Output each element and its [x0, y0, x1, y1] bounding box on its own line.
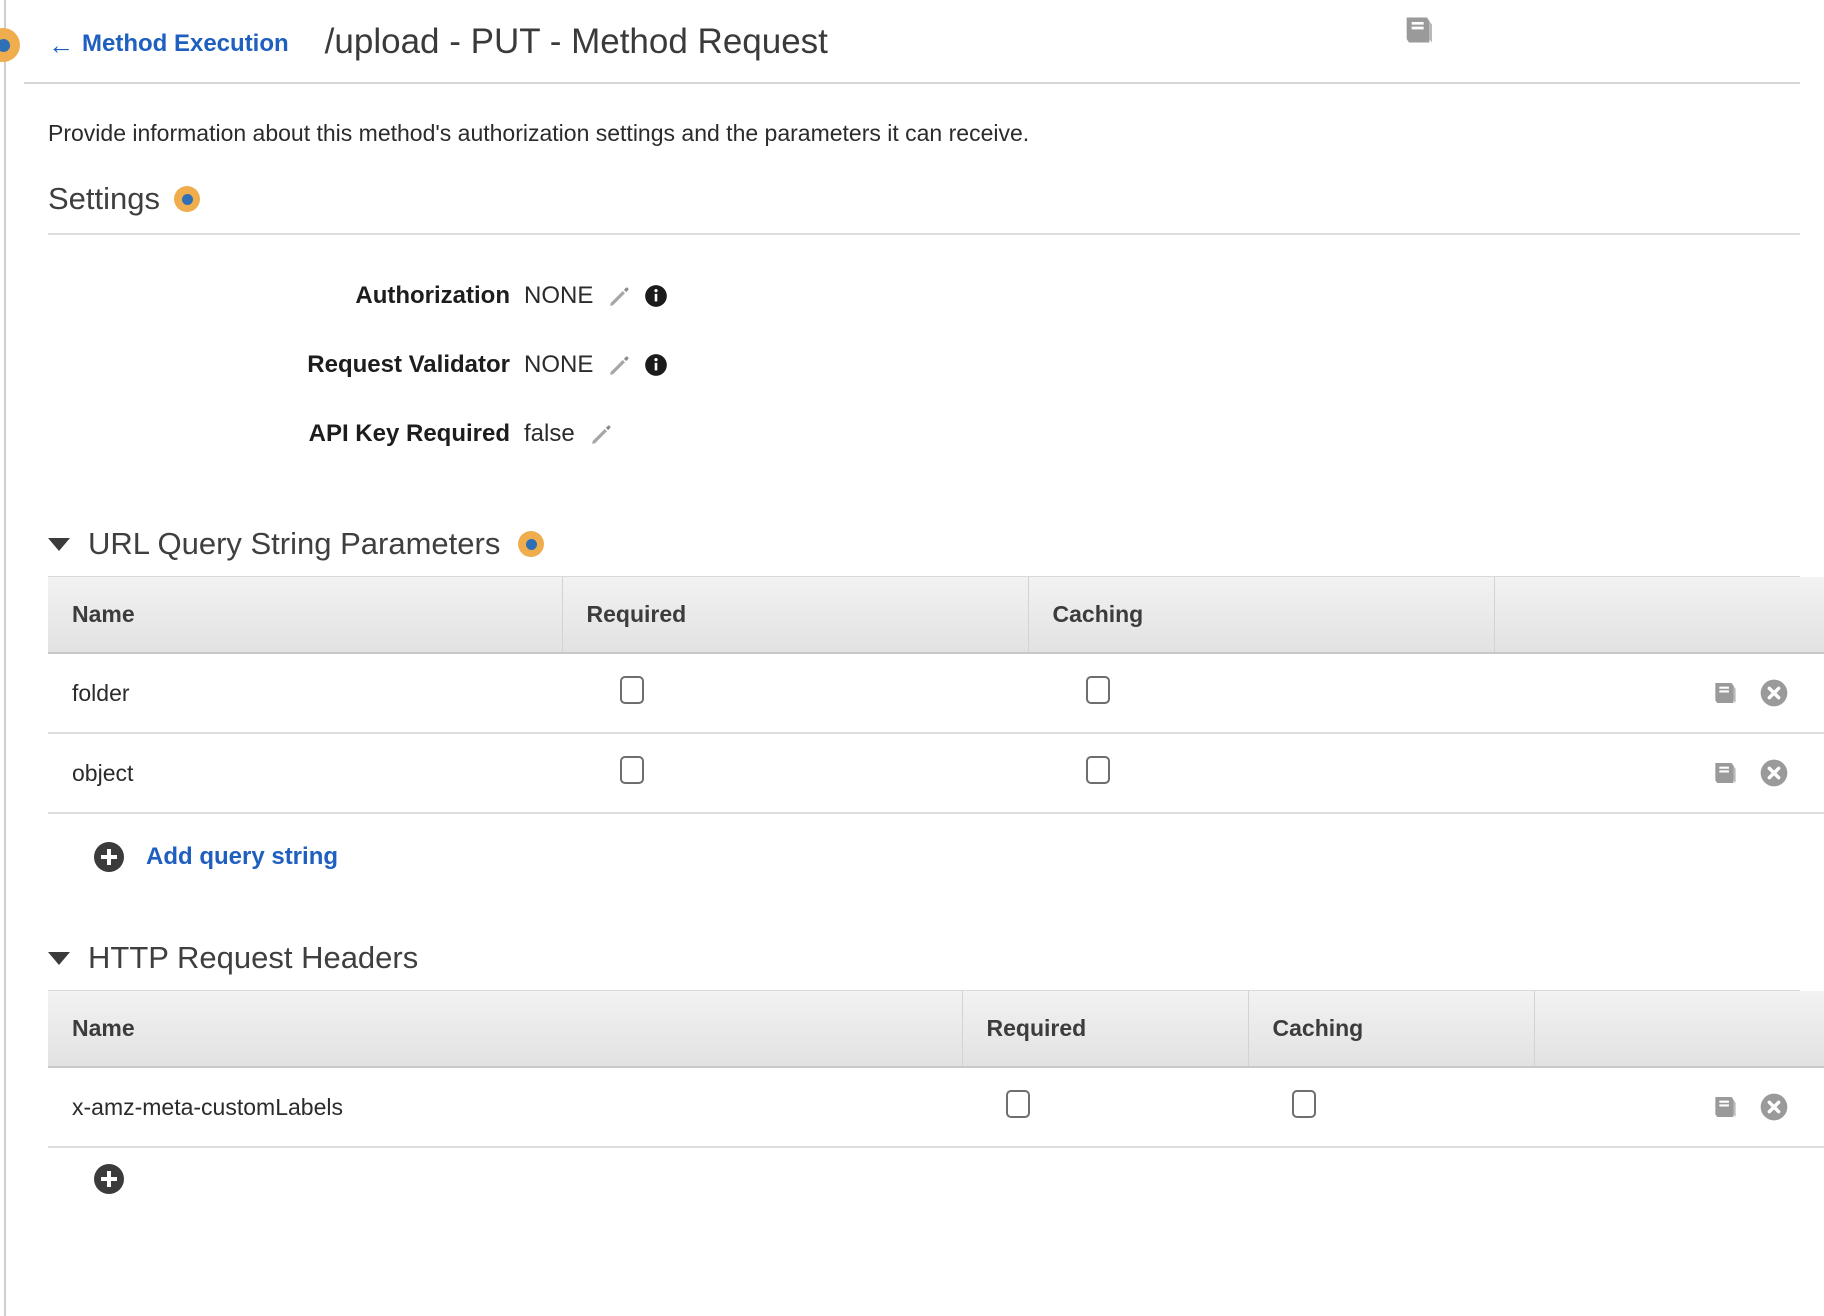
add-header-row-partial[interactable] [48, 1148, 1800, 1222]
setting-value: NONE [524, 350, 594, 378]
caching-checkbox[interactable] [1086, 676, 1110, 704]
caching-checkbox[interactable] [1086, 756, 1110, 784]
info-dot-center [525, 538, 537, 550]
info-circle-icon[interactable] [643, 352, 669, 378]
info-dot-center [181, 193, 193, 205]
query-param-required-cell [562, 653, 1028, 734]
info-circle-icon[interactable] [643, 283, 669, 309]
circle-x-icon[interactable] [1758, 1091, 1790, 1123]
row-actions [1518, 677, 1824, 709]
plus-circle-icon[interactable] [94, 1164, 124, 1194]
query-params-table: Name Required Caching folder object [48, 577, 1824, 814]
request-headers-table-wrap: Name Required Caching x-amz-meta-customL… [48, 990, 1824, 1148]
column-header-required: Required [962, 991, 1249, 1068]
query-param-name: folder [48, 653, 562, 734]
query-param-caching-cell [1028, 653, 1494, 734]
query-params-heading-row[interactable]: URL Query String Parameters [24, 526, 1800, 576]
column-header-name: Name [48, 577, 563, 654]
settings-list: Authorization NONE Request Validator NON… [24, 235, 1800, 468]
add-query-string-link[interactable]: Add query string [146, 843, 338, 871]
setting-label: Authorization [355, 281, 510, 309]
required-checkbox[interactable] [620, 756, 644, 784]
setting-row-api-key-required: API Key Required false [24, 399, 1800, 468]
back-link-label: Method Execution [82, 30, 289, 57]
request-header-caching-cell [1248, 1067, 1534, 1148]
book-icon[interactable] [1710, 1091, 1742, 1123]
row-actions [1518, 757, 1824, 789]
table-header-row: Name Required Caching [48, 577, 1824, 654]
settings-heading: Settings [48, 181, 161, 216]
pencil-icon[interactable] [607, 352, 633, 378]
info-dot-icon[interactable] [518, 531, 545, 557]
request-headers-heading: HTTP Request Headers [88, 940, 419, 975]
request-header-name: x-amz-meta-customLabels [48, 1067, 962, 1148]
request-headers-table: Name Required Caching x-amz-meta-customL… [48, 991, 1824, 1148]
setting-value: false [524, 419, 575, 447]
circle-x-icon[interactable] [1758, 677, 1790, 709]
setting-row-authorization: Authorization NONE [24, 261, 1800, 330]
settings-heading-row: Settings [24, 147, 1800, 233]
page-title: /upload - PUT - Method Request [324, 22, 828, 61]
request-header-required-cell [962, 1067, 1248, 1148]
setting-value: NONE [524, 281, 594, 309]
query-param-required-cell [562, 733, 1028, 814]
column-header-name: Name [48, 991, 963, 1068]
pencil-icon[interactable] [607, 283, 633, 309]
caret-down-icon[interactable] [48, 537, 70, 551]
info-dot-icon[interactable] [174, 186, 201, 212]
table-header-row: Name Required Caching [48, 991, 1824, 1068]
column-header-actions [1534, 991, 1824, 1068]
query-param-actions-cell [1494, 653, 1824, 734]
book-icon[interactable] [1710, 677, 1742, 709]
column-header-required: Required [562, 577, 1029, 654]
page-header: ← Method Execution /upload - PUT - Metho… [24, 0, 1800, 84]
query-param-name: object [48, 733, 562, 814]
left-arrow-icon: ← [48, 30, 74, 60]
table-row: folder [48, 653, 1824, 734]
query-params-heading: URL Query String Parameters [88, 526, 501, 561]
caching-checkbox[interactable] [1292, 1090, 1316, 1118]
column-header-caching: Caching [1028, 577, 1495, 654]
request-headers-heading-row[interactable]: HTTP Request Headers [24, 940, 1800, 990]
request-header-actions-cell [1534, 1067, 1824, 1148]
query-param-actions-cell [1494, 733, 1824, 814]
required-checkbox[interactable] [1006, 1090, 1030, 1118]
column-header-caching: Caching [1248, 991, 1535, 1068]
setting-label: API Key Required [308, 419, 510, 447]
table-row: object [48, 733, 1824, 814]
row-actions [1558, 1091, 1824, 1123]
add-query-string-row[interactable]: Add query string [48, 814, 1800, 900]
circle-x-icon[interactable] [1758, 757, 1790, 789]
plus-circle-icon[interactable] [94, 842, 124, 872]
page-description: Provide information about this method's … [48, 120, 1030, 146]
setting-row-request-validator: Request Validator NONE [24, 330, 1800, 399]
caret-down-icon[interactable] [48, 951, 70, 965]
book-icon[interactable] [1710, 757, 1742, 789]
required-checkbox[interactable] [620, 676, 644, 704]
back-to-method-execution-link[interactable]: ← Method Execution [48, 30, 289, 58]
query-param-caching-cell [1028, 733, 1494, 814]
column-header-actions [1494, 577, 1824, 654]
book-icon[interactable] [1400, 10, 1440, 50]
query-params-table-wrap: Name Required Caching folder object [48, 576, 1824, 814]
pencil-icon[interactable] [589, 421, 615, 447]
table-row: x-amz-meta-customLabels [48, 1067, 1824, 1148]
setting-label: Request Validator [307, 350, 510, 378]
method-request-page: ← Method Execution /upload - PUT - Metho… [0, 0, 1824, 1222]
